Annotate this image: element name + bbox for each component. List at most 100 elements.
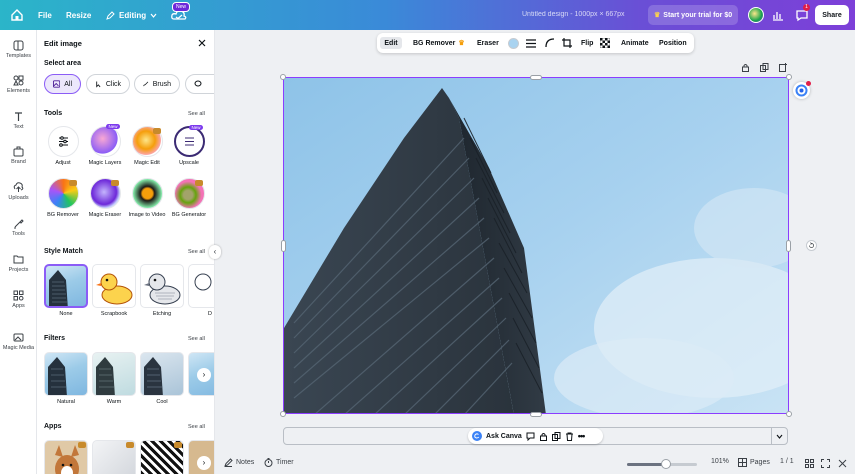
tool-bg-generator[interactable]: BG Generator bbox=[166, 178, 212, 218]
lock-icon[interactable] bbox=[741, 63, 750, 72]
resize-handle-tr[interactable] bbox=[786, 74, 792, 80]
rail-item-elements[interactable]: Elements bbox=[0, 75, 37, 94]
analytics-icon[interactable] bbox=[772, 9, 784, 21]
style-scrapbook-thumb[interactable] bbox=[92, 264, 136, 308]
timer-button[interactable]: Timer bbox=[264, 458, 294, 467]
pages-label: Pages bbox=[750, 459, 770, 466]
bg-remover-button[interactable]: BG Remover ♛ bbox=[413, 37, 465, 49]
app-thumb-dog[interactable] bbox=[44, 440, 88, 474]
style-etching-thumb[interactable] bbox=[140, 264, 184, 308]
magic-layers-icon: New bbox=[89, 124, 121, 157]
style-more-thumb[interactable] bbox=[188, 264, 214, 308]
click-chip[interactable]: Click bbox=[86, 74, 130, 94]
add-comment-icon[interactable] bbox=[526, 432, 535, 441]
next-arrow-icon[interactable]: › bbox=[197, 368, 211, 382]
brush-chip[interactable]: Brush bbox=[134, 74, 180, 94]
app-thumb-more[interactable]: › bbox=[188, 440, 214, 474]
more-options-icon[interactable]: ••• bbox=[578, 431, 586, 441]
zoom-slider[interactable] bbox=[627, 459, 697, 469]
expand-notes-button[interactable] bbox=[771, 428, 787, 444]
tool-image-to-video[interactable]: Image to Video bbox=[124, 178, 170, 218]
chevron-down-icon bbox=[150, 13, 157, 18]
rail-item-text[interactable]: Text bbox=[0, 111, 37, 130]
tool-magic-layers[interactable]: New Magic Layers bbox=[82, 124, 128, 166]
resize-handle-br[interactable] bbox=[786, 411, 792, 417]
resize-handle-bl[interactable] bbox=[280, 411, 286, 417]
context-toolbar: Edit BG Remover ♛ Eraser Flip Animate Po… bbox=[377, 33, 694, 53]
add-page-icon[interactable] bbox=[779, 63, 788, 72]
rail-item-brand[interactable]: Brand bbox=[0, 146, 37, 165]
border-style-button[interactable] bbox=[526, 37, 536, 49]
filter-natural-thumb[interactable] bbox=[44, 352, 88, 396]
editing-mode-menu[interactable]: Editing bbox=[106, 11, 157, 20]
eraser-button[interactable]: Eraser bbox=[477, 37, 499, 49]
design-title[interactable]: Untitled design - 1000px × 667px bbox=[522, 11, 625, 18]
pencil-icon bbox=[106, 11, 115, 20]
style-none-thumb[interactable] bbox=[44, 264, 88, 308]
filter-cool-thumb[interactable] bbox=[140, 352, 184, 396]
tool-upscale[interactable]: New Upscale bbox=[166, 125, 212, 166]
trial-button[interactable]: ♛ Start your trial for $0 bbox=[648, 5, 739, 25]
app-thumb-gray[interactable] bbox=[92, 440, 136, 474]
delete-icon[interactable] bbox=[565, 432, 574, 441]
lock-icon[interactable] bbox=[539, 432, 548, 441]
apps-see-all-link[interactable]: See all bbox=[188, 424, 205, 430]
filter-warm-thumb[interactable] bbox=[92, 352, 136, 396]
color-swatch[interactable] bbox=[507, 37, 519, 49]
magic-edit-icon bbox=[131, 126, 163, 157]
canvas-image[interactable] bbox=[283, 77, 789, 414]
next-arrow-icon[interactable]: › bbox=[197, 456, 211, 470]
resize-handle-tl[interactable] bbox=[280, 74, 286, 80]
fullscreen-icon[interactable] bbox=[821, 459, 830, 468]
tool-adjust[interactable]: Adjust bbox=[40, 126, 86, 166]
image-select-icon bbox=[53, 80, 61, 88]
zoom-slider-handle[interactable] bbox=[660, 459, 671, 469]
grid-view-icon[interactable] bbox=[805, 459, 814, 468]
resize-handle-right[interactable] bbox=[786, 240, 791, 252]
position-button[interactable]: Position bbox=[659, 37, 687, 49]
collapse-panel-button[interactable]: ‹ bbox=[209, 245, 221, 259]
edit-button[interactable]: Edit bbox=[380, 37, 402, 49]
tool-magic-eraser[interactable]: Magic Eraser bbox=[82, 178, 128, 218]
rotate-icon[interactable] bbox=[806, 240, 817, 251]
duplicate-page-icon[interactable] bbox=[760, 63, 769, 72]
pages-button[interactable]: Pages bbox=[738, 458, 770, 467]
panel-title: Edit image bbox=[44, 39, 82, 48]
resize-menu[interactable]: Resize bbox=[66, 11, 91, 20]
file-menu[interactable]: File bbox=[38, 11, 52, 20]
rail-item-apps[interactable]: Apps bbox=[0, 290, 37, 309]
avatar[interactable] bbox=[748, 7, 764, 23]
lasso-chip[interactable] bbox=[185, 74, 214, 94]
rail-item-tools[interactable]: Tools bbox=[0, 218, 37, 237]
tools-see-all-link[interactable]: See all bbox=[188, 111, 205, 117]
filters-see-all-link[interactable]: See all bbox=[188, 336, 205, 342]
tool-bg-remover[interactable]: BG Remover bbox=[40, 178, 86, 218]
rail-item-magic-media[interactable]: Magic Media bbox=[0, 332, 37, 351]
notes-button[interactable]: Notes bbox=[224, 458, 254, 467]
rail-item-uploads[interactable]: Uploads bbox=[0, 182, 37, 201]
resize-handle-top[interactable] bbox=[530, 75, 542, 80]
style-see-all-link[interactable]: See all bbox=[188, 249, 205, 255]
zoom-level[interactable]: 101% bbox=[711, 458, 729, 465]
crop-button[interactable] bbox=[562, 37, 572, 49]
share-button[interactable]: Share bbox=[815, 5, 849, 25]
ask-canva-button[interactable]: Ask Canva bbox=[486, 433, 522, 440]
filter-more-thumb[interactable]: › bbox=[188, 352, 214, 396]
animate-button[interactable]: Animate bbox=[621, 37, 649, 49]
transparency-button[interactable] bbox=[600, 37, 610, 49]
corner-rounding-button[interactable] bbox=[545, 37, 555, 49]
tool-magic-edit[interactable]: Magic Edit bbox=[124, 126, 170, 166]
tools-heading: Tools bbox=[44, 110, 63, 117]
help-icon[interactable] bbox=[838, 459, 847, 468]
app-thumb-pattern[interactable] bbox=[140, 440, 184, 474]
select-all-chip[interactable]: All bbox=[44, 74, 81, 94]
rail-item-projects[interactable]: Projects bbox=[0, 254, 37, 273]
duplicate-icon[interactable] bbox=[551, 431, 561, 441]
resize-handle-bottom[interactable] bbox=[530, 412, 542, 417]
home-icon[interactable] bbox=[10, 8, 24, 22]
apps-icon bbox=[13, 290, 24, 301]
rail-item-templates[interactable]: Templates bbox=[0, 40, 37, 59]
resize-handle-left[interactable] bbox=[281, 240, 286, 252]
close-icon[interactable] bbox=[197, 38, 207, 48]
flip-button[interactable]: Flip bbox=[581, 37, 593, 49]
